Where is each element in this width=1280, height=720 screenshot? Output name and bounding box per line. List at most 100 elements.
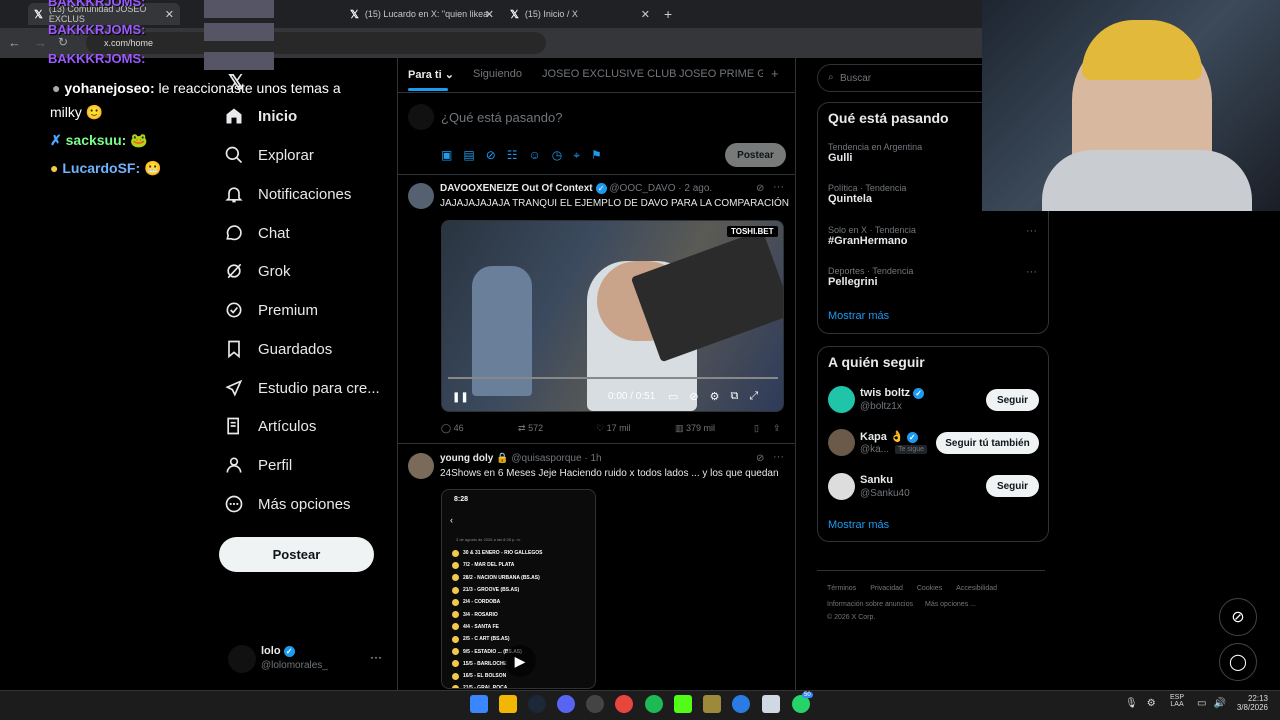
messages-float-button[interactable]: ◯	[1219, 643, 1257, 681]
browser-tab-2[interactable]: 𝕏 (15) Lucardo en X: "quien likea ✕	[344, 3, 500, 25]
pip-icon[interactable]: ⧉	[731, 390, 739, 403]
poll-icon[interactable]: ☷	[507, 148, 518, 163]
fullscreen-icon[interactable]: ⤢	[749, 390, 758, 403]
avatar[interactable]	[228, 645, 256, 673]
monitor-icon[interactable]: ▭	[1197, 698, 1206, 709]
captions-icon[interactable]: ▭	[668, 390, 678, 403]
trend-item[interactable]: Tendencia en Argentina Gulli	[828, 142, 922, 164]
new-tab-button[interactable]: +	[664, 6, 672, 22]
avatar[interactable]	[828, 473, 855, 500]
volume-icon[interactable]: 🔊	[1213, 698, 1225, 709]
nav-item-grok[interactable]: Grok	[224, 256, 291, 286]
show-more-follow-link[interactable]: Mostrar más	[828, 519, 889, 531]
back-icon[interactable]: ←	[8, 35, 21, 50]
grok-icon[interactable]: ⊘	[486, 148, 496, 163]
grok-icon[interactable]: ⊘	[756, 183, 764, 194]
steam-icon[interactable]	[528, 695, 546, 713]
chrome-icon[interactable]	[615, 695, 633, 713]
file-explorer-icon[interactable]	[499, 695, 517, 713]
grok-icon	[227, 263, 242, 279]
reply-button[interactable]: ◯ 46	[441, 423, 464, 434]
nav-item-estudio[interactable]: Estudio para cre...	[224, 373, 380, 403]
close-icon[interactable]: ✕	[485, 8, 494, 21]
nav-item-premium[interactable]: Premium	[224, 295, 318, 325]
kick-icon[interactable]	[674, 695, 692, 713]
bookmark-icon[interactable]: ▯	[754, 423, 759, 434]
x-logo-icon[interactable]: 𝕏	[228, 70, 244, 95]
browser-tab-3[interactable]: 𝕏 (15) Inicio / X ✕	[504, 3, 656, 25]
tab-joseo-exclusive[interactable]: JOSEO EXCLUSIVE CLUB	[542, 68, 677, 80]
mute-icon[interactable]: ⊘	[689, 390, 698, 403]
more-icon[interactable]: ···	[773, 451, 784, 463]
tab-joseo-prime[interactable]: JOSEO PRIME GR	[679, 68, 763, 80]
capcut-icon[interactable]	[732, 695, 750, 713]
like-button[interactable]: ♡ 17 mil	[596, 423, 631, 434]
play-icon[interactable]: ▶	[504, 645, 536, 677]
nav-item-inicio[interactable]: Inicio	[224, 101, 297, 131]
settings-icon[interactable]: ⚙	[1147, 698, 1156, 709]
settings-icon[interactable]: ⚙	[710, 390, 720, 403]
notepad-icon[interactable]	[762, 695, 780, 713]
gif-icon[interactable]: ▤	[463, 148, 474, 163]
flag-icon[interactable]: ⚑	[591, 148, 602, 163]
location-icon[interactable]: ⌖	[573, 148, 580, 163]
account-more-icon[interactable]: ···	[370, 650, 382, 664]
clock[interactable]: 22:13 3/8/2026	[1232, 694, 1268, 712]
rocket-icon	[225, 379, 243, 397]
forward-icon[interactable]: →	[34, 35, 47, 50]
grok-icon[interactable]: ⊘	[756, 453, 764, 464]
emoji-icon[interactable]: ☺	[529, 148, 541, 163]
follow-name[interactable]: Sanku	[860, 474, 893, 486]
image-icon[interactable]: ▣	[441, 148, 452, 163]
follow-button[interactable]: Seguir	[986, 389, 1039, 411]
discord-icon[interactable]	[557, 695, 575, 713]
avatar[interactable]	[408, 183, 434, 209]
nav-item-notificaciones[interactable]: Notificaciones	[224, 179, 351, 209]
check-icon	[452, 635, 459, 643]
avatar[interactable]	[828, 429, 855, 456]
nav-item-chat[interactable]: Chat	[224, 218, 290, 248]
more-icon[interactable]: ···	[1026, 225, 1037, 237]
nav-item-articulos[interactable]: Artículos	[224, 411, 316, 441]
nav-item-perfil[interactable]: Perfil	[224, 450, 292, 480]
nav-item-mas-opciones[interactable]: Más opciones	[224, 489, 351, 519]
more-icon[interactable]: ···	[1026, 266, 1037, 278]
follow-name[interactable]: twis boltz ✓	[860, 387, 925, 399]
follow-back-button[interactable]: Seguir tú también	[936, 432, 1039, 454]
check-icon	[452, 672, 459, 680]
show-more-trends-link[interactable]: Mostrar más	[828, 310, 889, 322]
spotify-icon[interactable]	[645, 695, 663, 713]
follow-name[interactable]: Kapa 👌 ✓	[860, 430, 918, 443]
tweet-video[interactable]: TOSHI.BET ❚❚ 0:00 / 0:51 ▭ ⊘ ⚙ ⧉ ⤢	[441, 220, 784, 412]
tab-para-ti[interactable]: Para ti ⌄	[408, 68, 454, 81]
tweet-image[interactable]: 8:28 ‹ 3 de agosto de 2026 a las 8:28 p.…	[441, 489, 596, 689]
avatar[interactable]	[408, 453, 434, 479]
video-progress-bar[interactable]	[448, 377, 778, 379]
close-icon[interactable]: ✕	[641, 8, 650, 21]
views-button[interactable]: ▥ 379 mil	[675, 423, 715, 434]
nav-item-guardados[interactable]: Guardados	[224, 334, 332, 364]
trend-item[interactable]: Solo en X · Tendencia #GranHermano	[828, 225, 916, 247]
more-icon[interactable]: ···	[773, 181, 784, 193]
avatar[interactable]	[828, 386, 855, 413]
add-tab-button[interactable]: +	[771, 66, 779, 81]
repost-button[interactable]: ⇄ 572	[518, 423, 543, 434]
obs-icon[interactable]	[586, 695, 604, 713]
post-button[interactable]: Postear	[219, 537, 374, 572]
follow-button[interactable]: Seguir	[986, 475, 1039, 497]
trend-item[interactable]: Política · Tendencia Quintela	[828, 183, 906, 205]
app-icon[interactable]	[703, 695, 721, 713]
language-indicator[interactable]: ESP LAA	[1170, 694, 1184, 708]
tab-siguiendo[interactable]: Siguiendo	[473, 68, 522, 80]
pause-icon[interactable]: ❚❚	[452, 392, 469, 403]
trend-item[interactable]: Deportes · Tendencia Pellegrini	[828, 266, 913, 288]
mic-icon[interactable]: 🎙	[1125, 698, 1138, 709]
account-name[interactable]: lolo ✓	[261, 645, 295, 657]
windows-start-icon[interactable]	[470, 695, 488, 713]
schedule-icon[interactable]: ◷	[552, 148, 562, 163]
composer-post-button[interactable]: Postear	[725, 143, 786, 167]
share-icon[interactable]: ⇪	[773, 423, 781, 434]
composer-input[interactable]: ¿Qué está pasando?	[441, 110, 562, 125]
nav-item-explorar[interactable]: Explorar	[224, 140, 314, 170]
grok-float-button[interactable]: ⊘	[1219, 598, 1257, 636]
